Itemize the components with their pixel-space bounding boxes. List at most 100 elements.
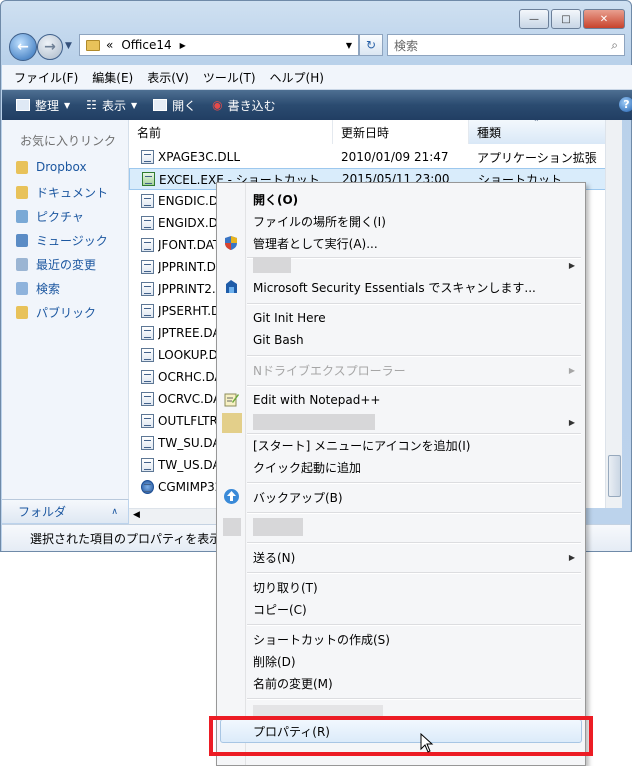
- menu-tools[interactable]: ツール(T): [203, 69, 256, 86]
- file-icon: [141, 282, 154, 296]
- file-icon: [141, 216, 154, 230]
- menu-item-label: Nドライブエクスプローラー: [253, 363, 406, 378]
- menu-item-cut[interactable]: 切り取り(T): [217, 576, 585, 598]
- context-menu: 開く(O) ファイルの場所を開く(I) 管理者として実行(A)... ▶ Mic…: [216, 182, 586, 766]
- history-dropdown-icon[interactable]: ▼: [65, 41, 72, 51]
- file-icon: [141, 414, 154, 428]
- nav-item-recent[interactable]: 最近の変更: [16, 256, 96, 273]
- menu-view[interactable]: 表示(V): [147, 69, 189, 86]
- nav-item-dropbox[interactable]: Dropbox: [16, 160, 87, 174]
- address-bar[interactable]: « Office14 ▶ ▼: [79, 34, 359, 56]
- file-icon: [141, 480, 154, 494]
- burn-button[interactable]: ◉ 書き込む: [212, 97, 276, 114]
- menu-separator: [247, 355, 581, 357]
- search-input[interactable]: 検索 ⌕: [387, 34, 625, 56]
- address-crumb[interactable]: Office14: [121, 38, 171, 52]
- menu-item-git-bash[interactable]: Git Bash: [217, 329, 585, 351]
- horizontal-scrollbar[interactable]: ◀: [129, 508, 221, 525]
- favorites-header: お気に入りリンク: [20, 134, 117, 148]
- nav-label: ミュージック: [36, 234, 108, 248]
- menu-bar: ファイル(F) 編集(E) 表示(V) ツール(T) ヘルプ(H): [2, 65, 632, 90]
- maximize-button[interactable]: □: [551, 9, 581, 29]
- column-header-type[interactable]: 種類 ⌃: [469, 120, 617, 144]
- menu-item-open-location[interactable]: ファイルの場所を開く(I): [217, 210, 585, 232]
- refresh-button[interactable]: ↻: [359, 34, 383, 56]
- back-button[interactable]: ←: [9, 33, 37, 61]
- menu-item-rename[interactable]: 名前の変更(M): [217, 672, 585, 694]
- chevron-down-icon: ▼: [130, 100, 138, 110]
- scrollbar-thumb[interactable]: [608, 455, 621, 497]
- menu-item-label: 名前の変更(M): [253, 676, 333, 691]
- menu-item-label: バックアップ(B): [253, 490, 343, 505]
- nav-label: 検索: [36, 282, 61, 296]
- menu-item-label: 削除(D): [253, 654, 296, 669]
- search-icon: [16, 282, 28, 295]
- mse-icon: [223, 278, 240, 295]
- menu-item-git-init[interactable]: Git Init Here: [217, 307, 585, 329]
- menu-item-notepadpp[interactable]: Edit with Notepad++: [217, 389, 585, 411]
- address-prefix[interactable]: «: [106, 38, 113, 52]
- file-icon: [141, 458, 154, 472]
- folders-toggle[interactable]: フォルダ ∧: [2, 499, 128, 523]
- vertical-scrollbar[interactable]: [605, 120, 622, 508]
- menu-item-open[interactable]: 開く(O): [217, 188, 585, 210]
- menu-edit[interactable]: 編集(E): [92, 69, 133, 86]
- menu-file[interactable]: ファイル(F): [14, 69, 78, 86]
- open-label: 開く: [172, 98, 197, 113]
- column-header-date[interactable]: 更新日時: [333, 120, 469, 144]
- menu-item-run-as-admin[interactable]: 管理者として実行(A)...: [217, 232, 585, 254]
- menu-item-create-shortcut[interactable]: ショートカットの作成(S): [217, 628, 585, 650]
- nav-item-public[interactable]: パブリック: [16, 304, 96, 321]
- menu-separator: [247, 542, 581, 544]
- menu-item-backup[interactable]: バックアップ(B): [217, 486, 585, 508]
- menu-help[interactable]: ヘルプ(H): [270, 69, 324, 86]
- menu-separator: [247, 303, 581, 305]
- open-button[interactable]: 開く: [153, 97, 196, 114]
- command-bar: 整理 ▼ ☷ 表示 ▼ 開く ◉ 書き込む ?: [2, 90, 632, 120]
- help-icon[interactable]: ?: [619, 97, 632, 112]
- file-date: 2010/01/09 21:47: [341, 150, 449, 164]
- sort-arrow-icon: ⌃: [533, 120, 540, 127]
- recent-icon: [16, 258, 28, 271]
- menu-item-send-to[interactable]: 送る(N) ▶: [217, 546, 585, 568]
- crumb-arrow-icon[interactable]: ▶: [180, 41, 186, 50]
- close-button[interactable]: ✕: [583, 9, 625, 29]
- redacted-icon: [223, 518, 241, 536]
- menu-item-copy[interactable]: コピー(C): [217, 598, 585, 620]
- menu-item-label: コピー(C): [253, 602, 307, 617]
- views-icon: ☷: [86, 98, 97, 112]
- redacted-label: [253, 518, 303, 536]
- scroll-left-icon[interactable]: ◀: [133, 510, 140, 520]
- menu-item-redacted[interactable]: [217, 516, 585, 538]
- menu-item-mse-scan[interactable]: Microsoft Security Essentials でスキャンします..…: [217, 276, 585, 298]
- file-icon: [141, 304, 154, 318]
- search-icon[interactable]: ⌕: [611, 38, 618, 53]
- menu-item-label: 送る(N): [253, 550, 296, 565]
- file-icon: [141, 348, 154, 362]
- views-button[interactable]: ☷ 表示 ▼: [86, 97, 137, 114]
- annotation-highlight-box: [209, 716, 593, 756]
- forward-button[interactable]: →: [37, 34, 63, 60]
- folders-label: フォルダ: [18, 505, 67, 519]
- menu-item-redacted-submenu-2[interactable]: ▶: [217, 411, 585, 433]
- column-header-name[interactable]: 名前: [129, 120, 333, 144]
- nav-item-pictures[interactable]: ピクチャ: [16, 208, 84, 225]
- organize-button[interactable]: 整理 ▼: [16, 97, 70, 114]
- menu-item-quick-launch[interactable]: クイック起動に追加: [217, 456, 585, 478]
- burn-icon: ◉: [212, 98, 223, 112]
- menu-item-label: Microsoft Security Essentials でスキャンします..…: [253, 280, 536, 295]
- menu-item-label: Edit with Notepad++: [253, 393, 381, 407]
- nav-item-documents[interactable]: ドキュメント: [16, 184, 108, 201]
- notepadpp-icon: [223, 391, 240, 408]
- table-row[interactable]: XPAGE3C.DLL 2010/01/09 21:47 アプリケーション拡張: [129, 146, 617, 168]
- menu-item-label: ショートカットの作成(S): [253, 632, 390, 647]
- file-name: XPAGE3C.DLL: [158, 150, 241, 164]
- menu-item-pin-start[interactable]: [スタート] メニューにアイコンを追加(I): [217, 434, 585, 456]
- nav-item-search[interactable]: 検索: [16, 280, 60, 297]
- menu-item-delete[interactable]: 削除(D): [217, 650, 585, 672]
- menu-item-redacted-submenu[interactable]: ▶: [217, 254, 585, 276]
- address-dropdown-icon[interactable]: ▼: [346, 41, 352, 50]
- submenu-arrow-icon: ▶: [568, 365, 575, 375]
- minimize-button[interactable]: —: [519, 9, 549, 29]
- nav-item-music[interactable]: ミュージック: [16, 232, 108, 249]
